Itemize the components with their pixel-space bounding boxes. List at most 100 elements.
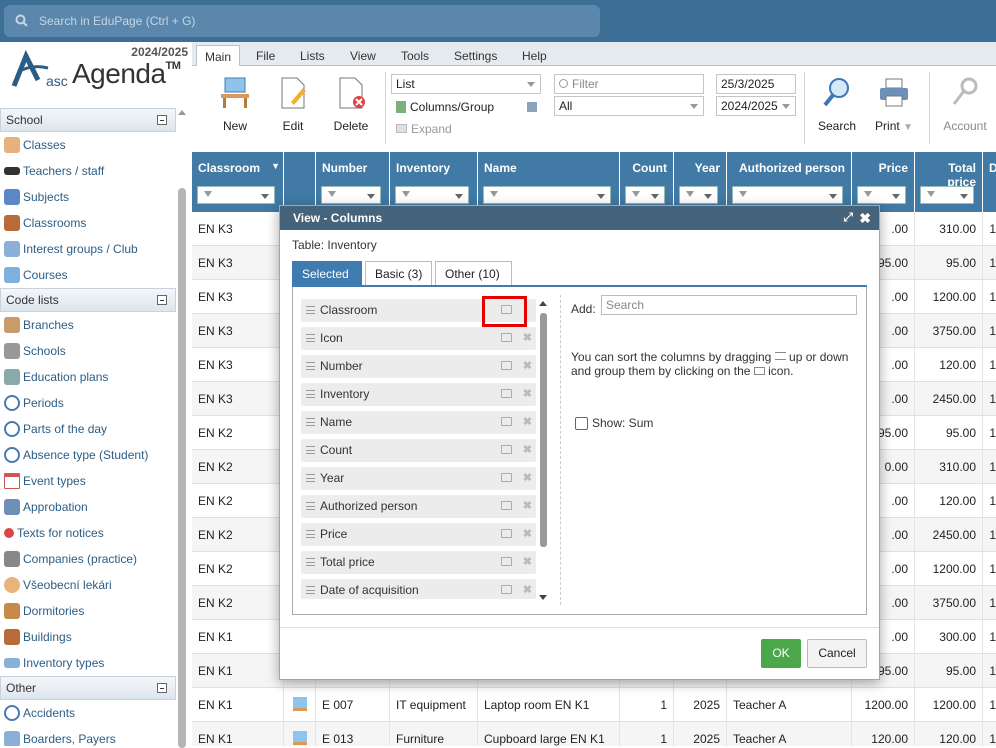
collapse-icon[interactable] [157,295,167,305]
sidebar-item-teachers[interactable]: Teachers / staff [0,158,176,184]
table-row[interactable]: EN K1 E 007 IT equipment Laptop room EN K1 1… [192,688,996,722]
column-filter-icon[interactable] [679,186,718,204]
sort-icon[interactable]: ▼ [271,161,280,171]
sidebar-item-buildings[interactable]: Buildings [0,624,176,650]
drag-handle-icon[interactable] [306,362,315,370]
expand-icon[interactable]: ⤢ [843,210,853,225]
delete-button[interactable]: Delete [323,74,379,133]
folder-icon[interactable] [501,585,512,594]
sidebar-item-schools[interactable]: Schools [0,338,176,364]
scroll-up-icon[interactable] [178,110,186,115]
folder-icon[interactable] [501,557,512,566]
account-button[interactable]: Account [937,74,993,133]
drag-handle-icon[interactable] [306,334,315,342]
folder-icon[interactable] [501,529,512,538]
remove-icon[interactable]: ✖ [523,527,532,540]
checkbox[interactable] [575,416,588,430]
tab-file[interactable]: File [248,45,283,66]
sidebar-section-other[interactable]: Other [0,676,176,700]
column-header[interactable]: Classroom ▼ [192,152,284,212]
column-filter-icon[interactable] [920,186,974,204]
sidebar-item-companies[interactable]: Companies (practice) [0,546,176,572]
column-filter-icon[interactable] [857,186,906,204]
column-filter-icon[interactable] [321,186,381,204]
sidebar-item-accidents[interactable]: Accidents [0,700,176,726]
column-header[interactable]: Count [620,152,674,212]
sidebar-item-classrooms[interactable]: Classrooms [0,210,176,236]
save-icon[interactable] [527,102,537,112]
column-filter-icon[interactable] [483,186,611,204]
sidebar-section-school[interactable]: School [0,108,176,132]
collapse-icon[interactable] [157,683,167,693]
column-item[interactable]: Price ✖ [301,523,536,546]
drag-handle-icon[interactable] [306,502,315,510]
tab-settings[interactable]: Settings [446,45,505,66]
scroll-thumb[interactable] [178,188,186,748]
column-header[interactable]: Inventory [390,152,478,212]
sidebar-item-approbation[interactable]: Approbation [0,494,176,520]
column-header[interactable]: Authorized person [727,152,852,212]
column-header[interactable]: Price [852,152,915,212]
sidebar-item-inventory-types[interactable]: Inventory types [0,650,176,676]
column-item[interactable]: Authorized person ✖ [301,495,536,518]
column-header[interactable]: Total price [915,152,983,212]
column-item[interactable]: Total price ✖ [301,551,536,574]
tab-other[interactable]: Other (10) [435,261,512,286]
show-sum-checkbox[interactable]: Show: Sum [575,416,653,430]
folder-icon[interactable] [501,333,512,342]
expand-button[interactable]: Expand [396,122,452,136]
tab-selected[interactable]: Selected [292,261,362,286]
remove-icon[interactable]: ✖ [523,443,532,456]
sidebar-item-parts-of-day[interactable]: Parts of the day [0,416,176,442]
folder-icon[interactable] [501,445,512,454]
scroll-up-icon[interactable] [539,301,547,306]
tab-main[interactable]: Main [196,45,241,66]
close-icon[interactable]: ✖ [859,210,871,227]
sidebar-item-interest-groups[interactable]: Interest groups / Club [0,236,176,262]
collapse-icon[interactable] [157,115,167,125]
chevron-down-icon[interactable]: ▼ [903,122,913,133]
drag-handle-icon[interactable] [306,530,315,538]
sidebar-item-texts-for-notices[interactable]: Texts for notices [0,520,176,546]
sidebar-item-event-types[interactable]: Event types [0,468,176,494]
cancel-button[interactable]: Cancel [807,639,867,668]
sidebar-item-subjects[interactable]: Subjects [0,184,176,210]
column-item[interactable]: Year ✖ [301,467,536,490]
column-item[interactable]: Name ✖ [301,411,536,434]
column-filter-icon[interactable] [395,186,469,204]
tab-tools[interactable]: Tools [393,45,437,66]
edit-button[interactable]: Edit [265,74,321,133]
tab-help[interactable]: Help [514,45,555,66]
new-button[interactable]: New [207,74,263,133]
column-header[interactable]: D [983,152,996,212]
drag-handle-icon[interactable] [306,446,315,454]
column-header[interactable]: Name [478,152,620,212]
remove-icon[interactable]: ✖ [523,359,532,372]
folder-icon[interactable] [501,417,512,426]
sidebar-item-courses[interactable]: Courses [0,262,176,288]
tab-basic[interactable]: Basic (3) [365,261,432,286]
folder-icon[interactable] [501,473,512,482]
remove-icon[interactable]: ✖ [523,331,532,344]
scroll-down-icon[interactable] [539,595,547,600]
folder-icon[interactable] [501,501,512,510]
sidebar-item-classes[interactable]: Classes [0,132,176,158]
column-filter-icon[interactable] [197,186,275,204]
remove-icon[interactable]: ✖ [523,583,532,596]
remove-icon[interactable]: ✖ [523,415,532,428]
filter-input[interactable]: Filter [554,74,704,94]
sidebar-item-dormitories[interactable]: Dormitories [0,598,176,624]
global-search-input[interactable]: Search in EduPage (Ctrl + G) [4,5,600,37]
column-header[interactable]: Year [674,152,727,212]
sidebar-scrollbar[interactable] [177,108,189,748]
column-filter-icon[interactable] [732,186,843,204]
columns-scrollbar[interactable] [539,299,548,604]
drag-handle-icon[interactable] [306,586,315,594]
scroll-thumb[interactable] [540,313,547,547]
column-header[interactable] [284,152,316,212]
ok-button[interactable]: OK [761,639,801,668]
view-combo[interactable]: List [391,74,541,94]
tab-view[interactable]: View [342,45,384,66]
remove-icon[interactable]: ✖ [523,387,532,400]
date-field[interactable]: 25/3/2025 [716,74,796,94]
